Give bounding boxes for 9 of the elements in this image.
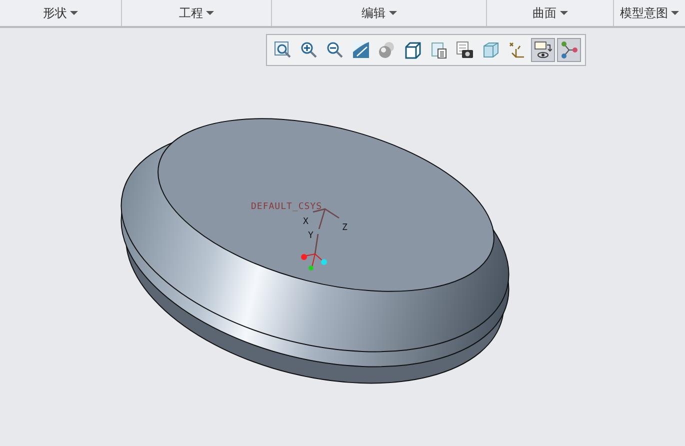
menu-tab[interactable]: 曲面 (487, 0, 614, 26)
menu-tab[interactable]: 编辑 (272, 0, 487, 26)
menu-tab[interactable]: 形状 (0, 0, 122, 26)
axis-label: Y (308, 231, 314, 241)
csys-label: DEFAULT_CSYS (251, 202, 322, 212)
axis-label: X (303, 217, 308, 227)
menu-tab[interactable]: 工程 (122, 0, 272, 26)
axis-label: Z (342, 223, 348, 233)
menu-tab[interactable]: 模型意图 (614, 0, 685, 26)
